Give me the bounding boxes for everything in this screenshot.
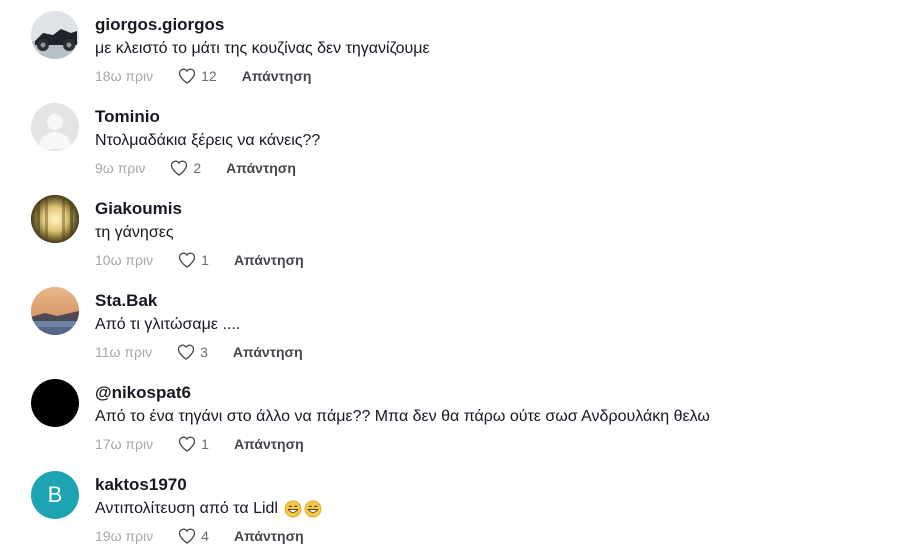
like-button[interactable]: 1 bbox=[177, 250, 209, 270]
comment-time: 10ω πριν bbox=[95, 252, 154, 268]
comment-username[interactable]: Giakoumis bbox=[95, 199, 182, 219]
grinning-sweat-emoji-icon bbox=[304, 500, 322, 518]
like-count: 2 bbox=[193, 160, 202, 176]
comment-text-content: με κλειστό το μάτι της κουζίνας δεν τηγα… bbox=[95, 40, 430, 57]
comment-meta: 19ω πριν 4 Απάντηση bbox=[95, 526, 304, 546]
avatar-image bbox=[31, 11, 79, 59]
comment-text-content: Αντιπολίτευση από τα Lidl bbox=[95, 500, 278, 517]
like-button[interactable]: 2 bbox=[169, 158, 201, 178]
comment-username[interactable]: Sta.Bak bbox=[95, 291, 157, 311]
comment-time: 11ω πριν bbox=[95, 344, 153, 360]
avatar[interactable]: B bbox=[31, 471, 79, 519]
comment-time: 18ω πριν bbox=[95, 68, 154, 84]
comment-text: τη γάνησες bbox=[95, 224, 174, 242]
reply-button[interactable]: Απάντηση bbox=[234, 528, 304, 544]
default-user-icon bbox=[31, 103, 79, 151]
comment-list: giorgos.giorgos με κλειστό το μάτι της κ… bbox=[0, 0, 915, 554]
reply-button[interactable]: Απάντηση bbox=[242, 68, 312, 84]
comment-text: Αντιπολίτευση από τα Lidl bbox=[95, 500, 322, 518]
comment-username[interactable]: kaktos1970 bbox=[95, 475, 187, 495]
comment-text: Ντολμαδάκια ξέρεις να κάνεις?? bbox=[95, 132, 320, 150]
comment-meta: 18ω πριν 12 Απάντηση bbox=[95, 66, 311, 86]
avatar-image bbox=[31, 195, 79, 243]
comment-meta: 9ω πριν 2 Απάντηση bbox=[95, 158, 296, 178]
like-button[interactable]: 4 bbox=[177, 526, 209, 546]
avatar-image bbox=[31, 287, 79, 335]
comment-meta: 10ω πριν 1 Απάντηση bbox=[95, 250, 304, 270]
comment-item: Tominio Ντολμαδάκια ξέρεις να κάνεις?? 9… bbox=[0, 92, 915, 184]
comment-text: με κλειστό το μάτι της κουζίνας δεν τηγα… bbox=[95, 40, 430, 58]
avatar-letter: B bbox=[47, 482, 63, 507]
reply-button[interactable]: Απάντηση bbox=[233, 344, 303, 360]
comment-item: @nikospat6 Από το ένα τηγάνι στο άλλο να… bbox=[0, 368, 915, 460]
comment-item: Sta.Bak Από τι γλιτώσαμε .... 11ω πριν 3… bbox=[0, 276, 915, 368]
heart-outline-icon bbox=[178, 436, 196, 452]
comment-meta: 17ω πριν 1 Απάντηση bbox=[95, 434, 304, 454]
avatar[interactable] bbox=[31, 195, 79, 243]
emoji-group bbox=[284, 500, 322, 518]
like-count: 1 bbox=[201, 252, 209, 268]
like-button[interactable]: 3 bbox=[176, 342, 208, 362]
avatar[interactable] bbox=[31, 287, 79, 335]
comment-username[interactable]: @nikospat6 bbox=[95, 383, 191, 403]
like-count: 1 bbox=[201, 436, 209, 452]
comment-meta: 11ω πριν 3 Απάντηση bbox=[95, 342, 303, 362]
comment-text: Από το ένα τηγάνι στο άλλο να πάμε?? Μπα… bbox=[95, 408, 710, 426]
reply-button[interactable]: Απάντηση bbox=[234, 252, 304, 268]
avatar[interactable] bbox=[31, 379, 79, 427]
like-count: 12 bbox=[201, 68, 217, 84]
like-button[interactable]: 12 bbox=[177, 66, 217, 86]
like-count: 3 bbox=[200, 344, 208, 360]
comment-time: 17ω πριν bbox=[95, 436, 154, 452]
heart-outline-icon bbox=[178, 252, 196, 268]
like-button[interactable]: 1 bbox=[177, 434, 209, 454]
avatar[interactable] bbox=[31, 103, 79, 151]
comment-text: Από τι γλιτώσαμε .... bbox=[95, 316, 240, 334]
heart-outline-icon bbox=[178, 68, 196, 84]
grinning-sweat-emoji-icon bbox=[284, 500, 302, 518]
reply-button[interactable]: Απάντηση bbox=[234, 436, 304, 452]
like-count: 4 bbox=[201, 528, 209, 544]
comment-text-content: τη γάνησες bbox=[95, 224, 174, 241]
comment-time: 19ω πριν bbox=[95, 528, 154, 544]
heart-outline-icon bbox=[171, 160, 188, 176]
comment-username[interactable]: Tominio bbox=[95, 107, 160, 127]
avatar[interactable] bbox=[31, 11, 79, 59]
comment-text-content: Από τι γλιτώσαμε .... bbox=[95, 316, 241, 333]
comment-text-content: Από το ένα τηγάνι στο άλλο να πάμε?? Μπα… bbox=[95, 408, 710, 425]
comment-username[interactable]: giorgos.giorgos bbox=[95, 15, 224, 35]
heart-outline-icon bbox=[177, 344, 195, 360]
heart-outline-icon bbox=[178, 528, 196, 544]
reply-button[interactable]: Απάντηση bbox=[226, 160, 296, 176]
comment-text-content: Ντολμαδάκια ξέρεις να κάνεις?? bbox=[95, 132, 321, 149]
comment-item: Giakoumis τη γάνησες 10ω πριν 1 Απάντηση bbox=[0, 184, 915, 276]
comment-item: giorgos.giorgos με κλειστό το μάτι της κ… bbox=[0, 0, 915, 92]
comment-item: B kaktos1970 Αντιπολίτευση από τα Lidl 1… bbox=[0, 460, 915, 552]
comment-time: 9ω πριν bbox=[95, 160, 146, 176]
